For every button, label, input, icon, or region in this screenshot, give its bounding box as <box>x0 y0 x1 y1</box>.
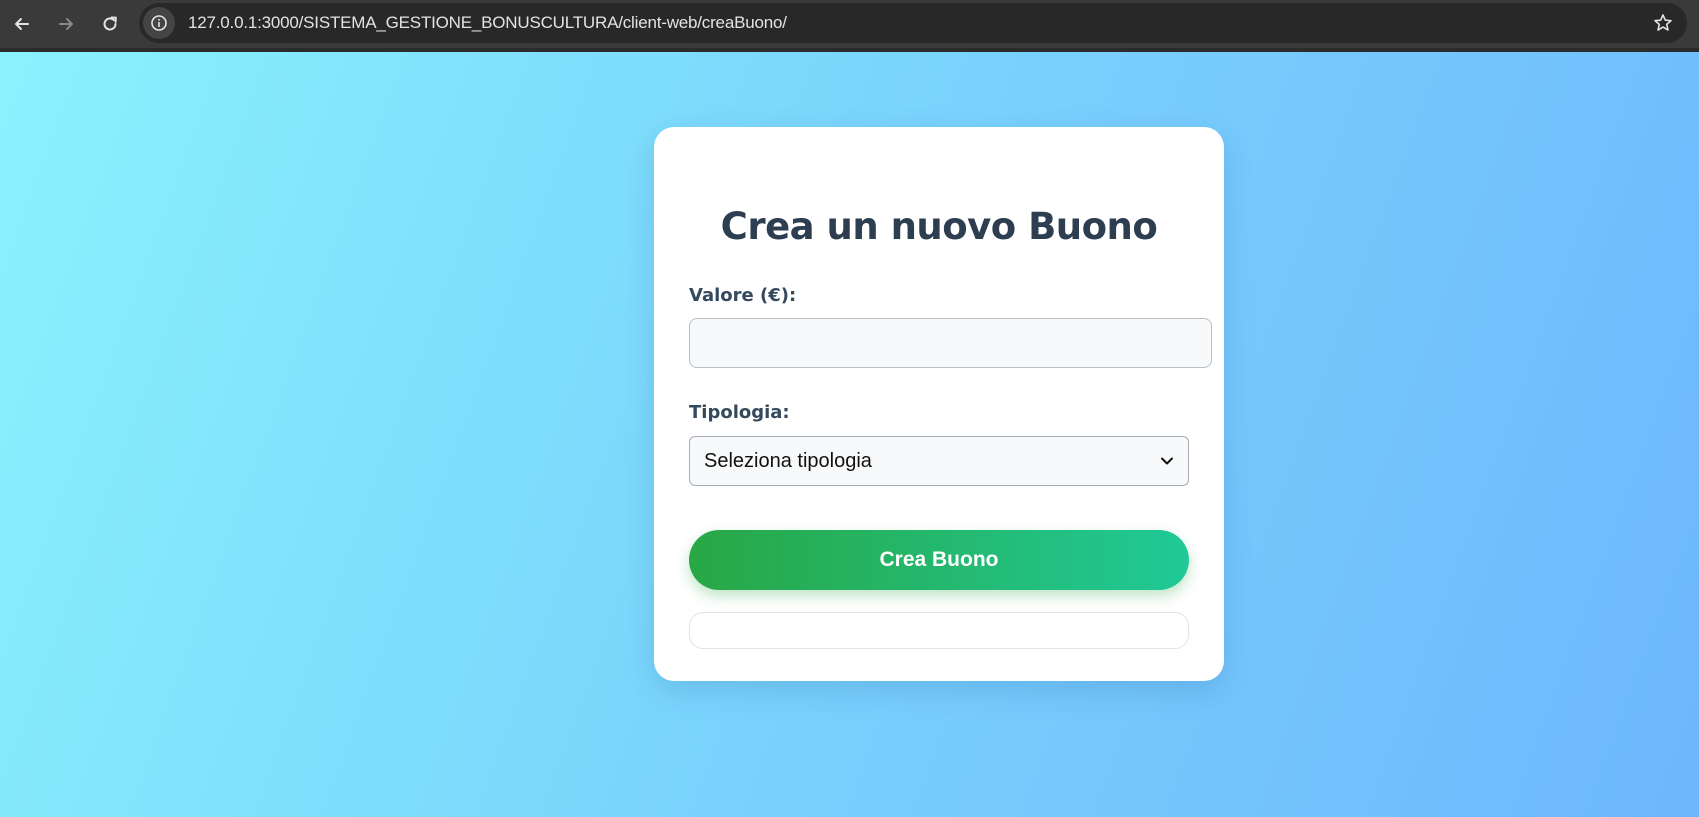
address-bar[interactable]: 127.0.0.1:3000/SISTEMA_GESTIONE_BONUSCUL… <box>139 3 1687 43</box>
forward-arrow-icon <box>59 18 73 30</box>
site-info-button[interactable] <box>143 7 175 39</box>
star-icon <box>1654 14 1672 31</box>
back-button[interactable] <box>0 2 44 46</box>
valore-input[interactable] <box>689 318 1212 368</box>
result-message <box>689 612 1189 649</box>
chevron-down-icon <box>1160 456 1174 466</box>
valore-label: Valore (€): <box>689 285 797 306</box>
url-text[interactable]: 127.0.0.1:3000/SISTEMA_GESTIONE_BONUSCUL… <box>188 13 787 33</box>
reload-icon <box>103 16 117 31</box>
create-voucher-card: Crea un nuovo Buono Valore (€): Tipologi… <box>654 127 1224 681</box>
crea-buono-button[interactable]: Crea Buono <box>689 530 1189 590</box>
bookmark-button[interactable] <box>1651 11 1675 35</box>
back-arrow-icon <box>15 18 29 30</box>
browser-toolbar: 127.0.0.1:3000/SISTEMA_GESTIONE_BONUSCUL… <box>0 0 1699 48</box>
page-viewport: Crea un nuovo Buono Valore (€): Tipologi… <box>0 52 1699 817</box>
info-icon <box>151 15 167 31</box>
reload-button[interactable] <box>88 2 132 46</box>
page-title: Crea un nuovo Buono <box>720 205 1158 248</box>
tipologia-label: Tipologia: <box>689 402 790 423</box>
tipologia-selected-value: Seleziona tipologia <box>704 449 872 472</box>
forward-button[interactable] <box>44 2 88 46</box>
tipologia-select[interactable]: Seleziona tipologia <box>689 436 1189 486</box>
